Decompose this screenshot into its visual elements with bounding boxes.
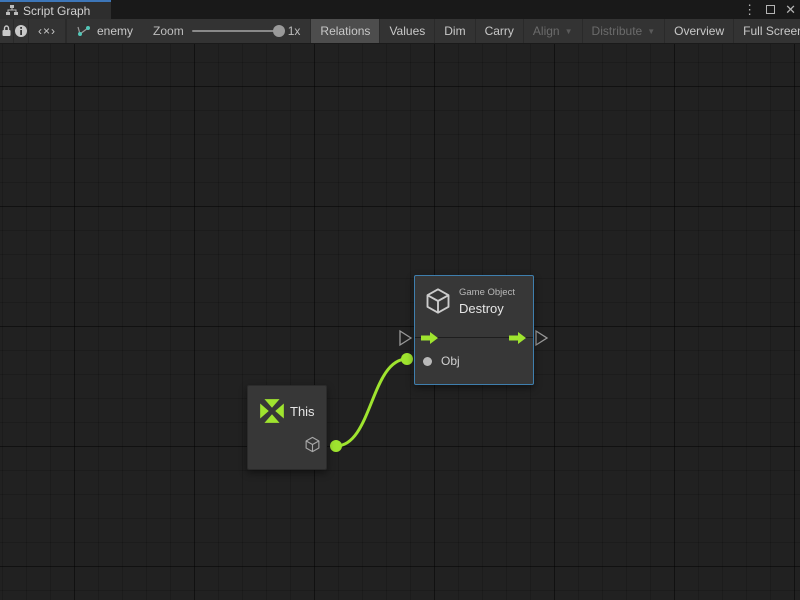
info-icon: [14, 24, 28, 38]
relations-button[interactable]: Relations: [311, 19, 380, 43]
tab-bar: Script Graph ⋮ ✕: [0, 0, 800, 19]
zoom-slider[interactable]: [192, 30, 280, 32]
values-button[interactable]: Values: [380, 19, 435, 43]
obj-port-dot-icon: [423, 357, 432, 366]
chevron-down-icon: ▼: [647, 27, 655, 36]
obj-port-row[interactable]: Obj: [415, 352, 460, 370]
graph-breadcrumb[interactable]: enemy: [67, 19, 143, 43]
zoom-slider-handle[interactable]: [273, 25, 285, 37]
graph-toolbar: ‹×› enemy Zoom 1x Relations Values: [0, 19, 800, 44]
destroy-obj-port-connected[interactable]: [401, 353, 413, 365]
graph-hierarchy-icon: [6, 5, 18, 16]
game-object-cube-icon: [304, 436, 321, 453]
graph-name-label: enemy: [97, 24, 133, 38]
lock-button[interactable]: [0, 19, 14, 43]
script-graph-window: Script Graph ⋮ ✕ ‹×›: [0, 0, 800, 600]
flow-out-arrow-icon[interactable]: [509, 332, 527, 344]
window-controls: ⋮ ✕: [743, 0, 796, 19]
this-output-port[interactable]: [330, 440, 342, 452]
this-converge-icon: [258, 397, 286, 425]
tab-script-graph[interactable]: Script Graph: [0, 0, 111, 19]
dim-button[interactable]: Dim: [435, 19, 475, 43]
destroy-flow-output-port[interactable]: [536, 331, 547, 345]
node-this[interactable]: This: [247, 385, 327, 470]
node-title: This: [290, 404, 315, 419]
tab-title: Script Graph: [23, 4, 90, 18]
node-category: Game Object: [459, 287, 515, 298]
game-object-cube-icon: [424, 287, 452, 315]
zoom-value: 1x: [288, 24, 301, 38]
chevron-down-icon: ▼: [565, 27, 573, 36]
script-graph-asset-icon: [77, 25, 91, 37]
distribute-dropdown[interactable]: Distribute ▼: [583, 19, 666, 43]
overview-button[interactable]: Overview: [665, 19, 734, 43]
lock-icon: [0, 24, 13, 38]
toolbar-buttons: Relations Values Dim Carry Align ▼ Distr…: [310, 19, 800, 43]
connection-layer: [0, 44, 800, 600]
destroy-flow-input-port[interactable]: [400, 331, 411, 345]
close-icon[interactable]: ✕: [785, 0, 796, 19]
menu-kebab-icon[interactable]: ⋮: [743, 0, 756, 19]
connection-wire[interactable]: [336, 359, 407, 446]
obj-port-label: Obj: [441, 354, 460, 368]
code-preview-button[interactable]: ‹×›: [29, 19, 66, 43]
node-destroy[interactable]: Game Object Destroy Obj: [414, 275, 534, 385]
graph-canvas[interactable]: This Game Object Destroy Obj: [0, 44, 800, 600]
node-title: Destroy: [459, 301, 504, 316]
maximize-icon[interactable]: [766, 5, 775, 14]
zoom-control: Zoom 1x: [143, 19, 310, 43]
code-icon: ‹×›: [38, 24, 56, 38]
align-dropdown[interactable]: Align ▼: [524, 19, 583, 43]
info-button[interactable]: [14, 19, 29, 43]
zoom-label: Zoom: [153, 24, 184, 38]
full-screen-button[interactable]: Full Screen: [734, 19, 800, 43]
carry-button[interactable]: Carry: [476, 19, 524, 43]
flow-in-arrow-icon[interactable]: [421, 332, 439, 344]
